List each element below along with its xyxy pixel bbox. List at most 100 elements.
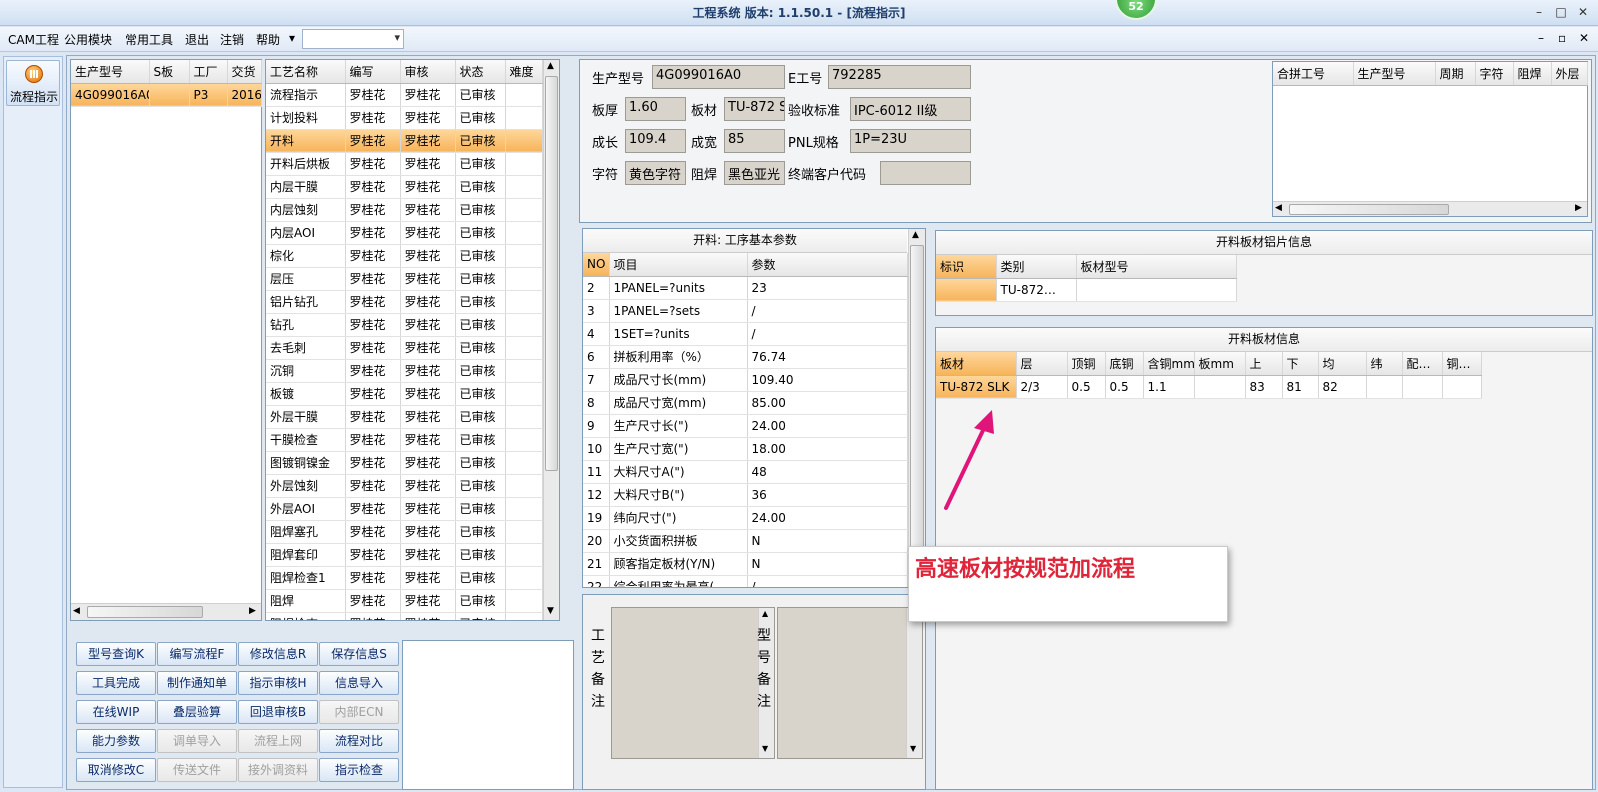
col-combine-mask[interactable]: 阻焊 (1513, 62, 1552, 86)
table-row[interactable]: 板镀 罗桂花 罗桂花 已审核 (266, 382, 543, 406)
col-material-4[interactable]: 含铜mm (1143, 352, 1195, 376)
table-row[interactable]: 阻焊检查罗桂花罗桂花已审核 (266, 612, 543, 620)
table-row[interactable]: 去毛刺 罗桂花 罗桂花 已审核 (266, 336, 543, 360)
field-width[interactable]: 85 (724, 129, 785, 153)
sidebar-item-flow[interactable]: 流程指示 (6, 60, 60, 106)
process-notes-field[interactable]: ▲ ▼ (611, 607, 775, 759)
col-process-name[interactable]: 工艺名称 (266, 60, 346, 84)
action-button-2-1[interactable]: 叠层验算 (157, 700, 237, 724)
col-material-3[interactable]: 底铜 (1105, 352, 1144, 376)
table-row[interactable]: 图镀铜镍金 罗桂花 罗桂花 已审核 (266, 451, 543, 475)
action-button-1-0[interactable]: 工具完成 (76, 671, 156, 695)
table-row[interactable]: 19 纬向尺寸(") 24.00 (583, 506, 908, 530)
action-button-4-0[interactable]: 取消修改C (76, 758, 156, 782)
col-factory[interactable]: 工厂 (189, 60, 228, 84)
table-row[interactable]: 22 综合利用率为最高(… / (583, 575, 908, 587)
field-customer[interactable] (880, 161, 971, 185)
col-reviewer[interactable]: 审核 (400, 60, 456, 84)
table-row[interactable]: 11 大料尺寸A(") 48 (583, 460, 908, 484)
col-material-10[interactable]: 配… (1402, 352, 1443, 376)
table-row[interactable]: 干膜检查 罗桂花 罗桂花 已审核 (266, 428, 543, 452)
mdi-restore-icon[interactable]: ▫ (1556, 31, 1568, 45)
table-row[interactable]: 21 顾客指定板材(Y/N) N (583, 552, 908, 576)
action-button-2-0[interactable]: 在线WIP (76, 700, 156, 724)
scroll-right-icon[interactable]: ▶ (249, 606, 256, 616)
action-button-3-0[interactable]: 能力参数 (76, 729, 156, 753)
col-material-5[interactable]: 板mm (1194, 352, 1246, 376)
col-model[interactable]: 生产型号 (71, 60, 150, 84)
menu-logout[interactable]: 注销 (218, 31, 246, 48)
scroll-thumb[interactable] (545, 76, 558, 471)
order-hscrollbar[interactable]: ◀ ▶ (71, 603, 261, 620)
table-row[interactable]: 层压 罗桂花 罗桂花 已审核 (266, 267, 543, 291)
action-button-2-3[interactable]: 内部ECN (319, 700, 399, 724)
menu-help[interactable]: 帮助 (254, 31, 282, 48)
action-button-0-0[interactable]: 型号查询K (76, 642, 156, 666)
table-row[interactable]: 流程指示 罗桂花 罗桂花 已审核 (266, 83, 543, 107)
col-material-11[interactable]: 铜… (1442, 352, 1482, 376)
col-combine-model[interactable]: 生产型号 (1353, 62, 1436, 86)
scroll-thumb[interactable] (910, 245, 924, 570)
table-row[interactable]: 阻焊塞孔 罗桂花 罗桂花 已审核 (266, 520, 543, 544)
menu-cam[interactable]: CAM工程 (6, 31, 61, 48)
model-notes-field[interactable]: ▲▼ (777, 607, 923, 759)
scroll-up-icon[interactable]: ▲ (912, 230, 919, 240)
col-no[interactable]: NO (583, 253, 610, 277)
table-row[interactable]: TU-872 SLK 2/3 0.5 0.5 1.1 83 81 82 (936, 375, 1482, 399)
table-row[interactable]: 开料 罗桂花 罗桂花 已审核 (266, 129, 543, 153)
table-row[interactable]: 棕化 罗桂花 罗桂花 已审核 (266, 244, 543, 268)
action-button-4-3[interactable]: 指示检查 (319, 758, 399, 782)
col-material-0[interactable]: 板材 (936, 352, 1017, 376)
col-combine-char[interactable]: 字符 (1475, 62, 1514, 86)
action-button-1-3[interactable]: 信息导入 (319, 671, 399, 695)
mdi-close-icon[interactable]: ✕ (1577, 31, 1591, 45)
minimize-icon[interactable]: – (1530, 3, 1548, 21)
col-status[interactable]: 状态 (455, 60, 506, 84)
scroll-down-icon[interactable]: ▼ (547, 606, 554, 616)
field-length[interactable]: 109.4 (625, 129, 686, 153)
field-thickness[interactable]: 1.60 (625, 97, 686, 121)
action-button-2-2[interactable]: 回退审核B (238, 700, 318, 724)
table-row[interactable]: 3 1PANEL=?sets / (583, 299, 908, 323)
close-icon[interactable]: ✕ (1574, 3, 1592, 21)
action-button-1-1[interactable]: 制作通知单 (157, 671, 237, 695)
col-combine-period[interactable]: 周期 (1435, 62, 1476, 86)
menu-common-module[interactable]: 公用模块 (62, 31, 114, 48)
field-eng[interactable]: 792285 (828, 65, 971, 89)
table-row[interactable]: 20 小交货面积拼板 N (583, 529, 908, 553)
col-item[interactable]: 项目 (609, 253, 748, 277)
scroll-left-icon[interactable]: ◀ (73, 606, 80, 616)
mdi-minimize-icon[interactable]: – (1536, 31, 1546, 45)
process-vscrollbar[interactable]: ▲ ▼ (543, 60, 559, 620)
table-row[interactable]: 12 大料尺寸B(") 36 (583, 483, 908, 507)
quick-combo[interactable] (302, 29, 404, 49)
col-board-model[interactable]: 板材型号 (1076, 255, 1237, 279)
col-mark[interactable]: 标识 (936, 255, 997, 279)
col-material-1[interactable]: 层 (1016, 352, 1068, 376)
table-row[interactable]: 内层干膜 罗桂花 罗桂花 已审核 (266, 175, 543, 199)
table-row[interactable]: 内层AOI 罗桂花 罗桂花 已审核 (266, 221, 543, 245)
col-combine-outer[interactable]: 外层 (1551, 62, 1588, 86)
table-row[interactable]: 外层干膜 罗桂花 罗桂花 已审核 (266, 405, 543, 429)
col-material-2[interactable]: 顶铜 (1067, 352, 1106, 376)
action-button-4-2[interactable]: 接外调资料 (238, 758, 318, 782)
field-acceptance[interactable]: IPC-6012 II级 (850, 97, 971, 121)
scroll-right-icon[interactable]: ▶ (1575, 203, 1582, 213)
action-button-1-2[interactable]: 指示审核H (238, 671, 318, 695)
action-button-3-1[interactable]: 调单导入 (157, 729, 237, 753)
action-button-4-1[interactable]: 传送文件 (157, 758, 237, 782)
table-row[interactable]: 9 生产尺寸长(") 24.00 (583, 414, 908, 438)
maximize-icon[interactable]: □ (1552, 3, 1570, 21)
action-button-0-2[interactable]: 修改信息R (238, 642, 318, 666)
menu-dropdown-icon[interactable]: ▾ (287, 31, 297, 45)
col-combine-no[interactable]: 合拼工号 (1273, 62, 1354, 86)
scroll-up-icon[interactable]: ▲ (547, 61, 554, 71)
field-char[interactable]: 黄色字符 (625, 161, 686, 185)
table-row[interactable]: 铝片钻孔 罗桂花 罗桂花 已审核 (266, 290, 543, 314)
table-row[interactable]: 外层AOI 罗桂花 罗桂花 已审核 (266, 497, 543, 521)
scroll-left-icon[interactable]: ◀ (1275, 203, 1282, 213)
params-vscrollbar[interactable]: ▲ (908, 229, 925, 587)
table-row[interactable]: 6 拼板利用率（%） 76.74 (583, 345, 908, 369)
table-row[interactable]: 计划投料 罗桂花 罗桂花 已审核 (266, 106, 543, 130)
table-row[interactable]: 10 生产尺寸宽(") 18.00 (583, 437, 908, 461)
